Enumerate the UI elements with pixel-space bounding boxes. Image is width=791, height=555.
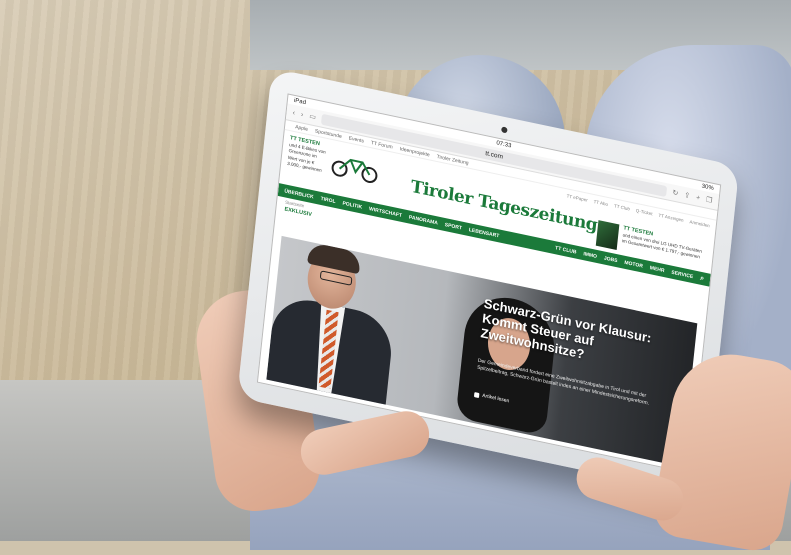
tabs-icon[interactable]: ❐ <box>706 196 713 205</box>
search-icon[interactable]: ⌕ <box>700 274 705 283</box>
reload-icon[interactable]: ↻ <box>672 188 679 197</box>
back-icon[interactable]: ‹ <box>292 109 295 116</box>
nav-item-immo[interactable]: IMMO <box>583 251 597 260</box>
lock-icon <box>473 391 480 398</box>
bookmark-item[interactable]: Apple <box>295 124 308 133</box>
top-link[interactable]: TT Anzeigen <box>658 213 684 223</box>
nav-item-tirol[interactable]: TIROL <box>320 195 336 204</box>
top-link[interactable]: TT Abo <box>593 199 608 207</box>
top-link[interactable]: Q-Ticket <box>636 208 653 216</box>
new-tab-icon[interactable]: + <box>696 194 701 202</box>
top-link[interactable]: TT Club <box>614 203 630 211</box>
ad-ebike[interactable]: TT TESTEN und 4 E-Bikes von Greenzone im… <box>287 135 328 174</box>
camera-icon <box>501 126 508 134</box>
nav-item-sport[interactable]: SPORT <box>445 222 463 232</box>
nav-item-service[interactable]: SERVICE <box>671 269 693 279</box>
nav-item-motor[interactable]: MOTOR <box>624 259 643 269</box>
url-text: tt.com <box>484 149 504 161</box>
top-link[interactable]: Anmelden <box>689 219 710 228</box>
top-link[interactable]: TT ePaper <box>566 193 588 202</box>
bookmarks-icon[interactable]: ▭ <box>309 112 316 121</box>
forward-icon[interactable]: › <box>301 111 304 118</box>
ebike-icon <box>331 158 378 183</box>
bookmark-item[interactable]: Events <box>348 135 364 144</box>
nav-item-tt-club[interactable]: TT CLUB <box>555 245 577 255</box>
nav-item-mehr[interactable]: MEHR <box>650 265 665 274</box>
ad-tv-image <box>595 220 620 251</box>
share-icon[interactable]: ⇪ <box>684 191 691 200</box>
nav-item-politik[interactable]: POLITIK <box>342 200 362 210</box>
nav-item-jobs[interactable]: JOBS <box>604 255 618 264</box>
